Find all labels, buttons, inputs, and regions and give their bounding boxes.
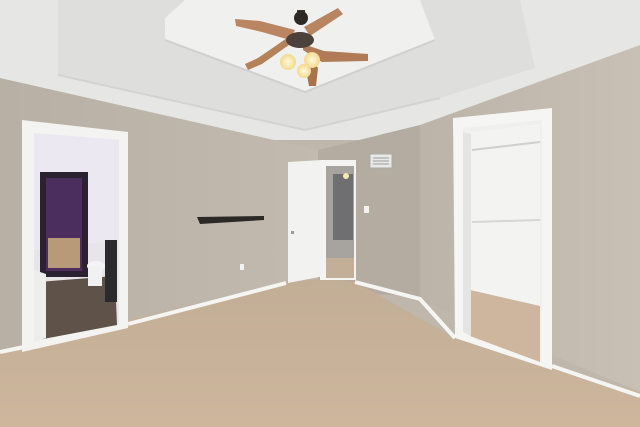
bathroom-doorway[interactable] xyxy=(22,120,128,352)
hallway-light xyxy=(343,173,349,179)
door-handle[interactable] xyxy=(291,231,294,234)
fan-light xyxy=(280,54,296,70)
bedroom-photo-svg xyxy=(0,0,640,427)
hallway-doorway[interactable] xyxy=(288,160,356,283)
vanity-cabinet xyxy=(105,240,117,302)
outlet-icon xyxy=(240,264,244,270)
bedroom-photo xyxy=(0,0,640,427)
vent-icon xyxy=(369,153,393,169)
mirror-icon xyxy=(40,172,88,277)
light-switch[interactable] xyxy=(364,206,369,213)
closet-doorway[interactable] xyxy=(453,108,552,370)
bedroom-door[interactable] xyxy=(288,160,324,283)
fan-light xyxy=(297,64,311,78)
